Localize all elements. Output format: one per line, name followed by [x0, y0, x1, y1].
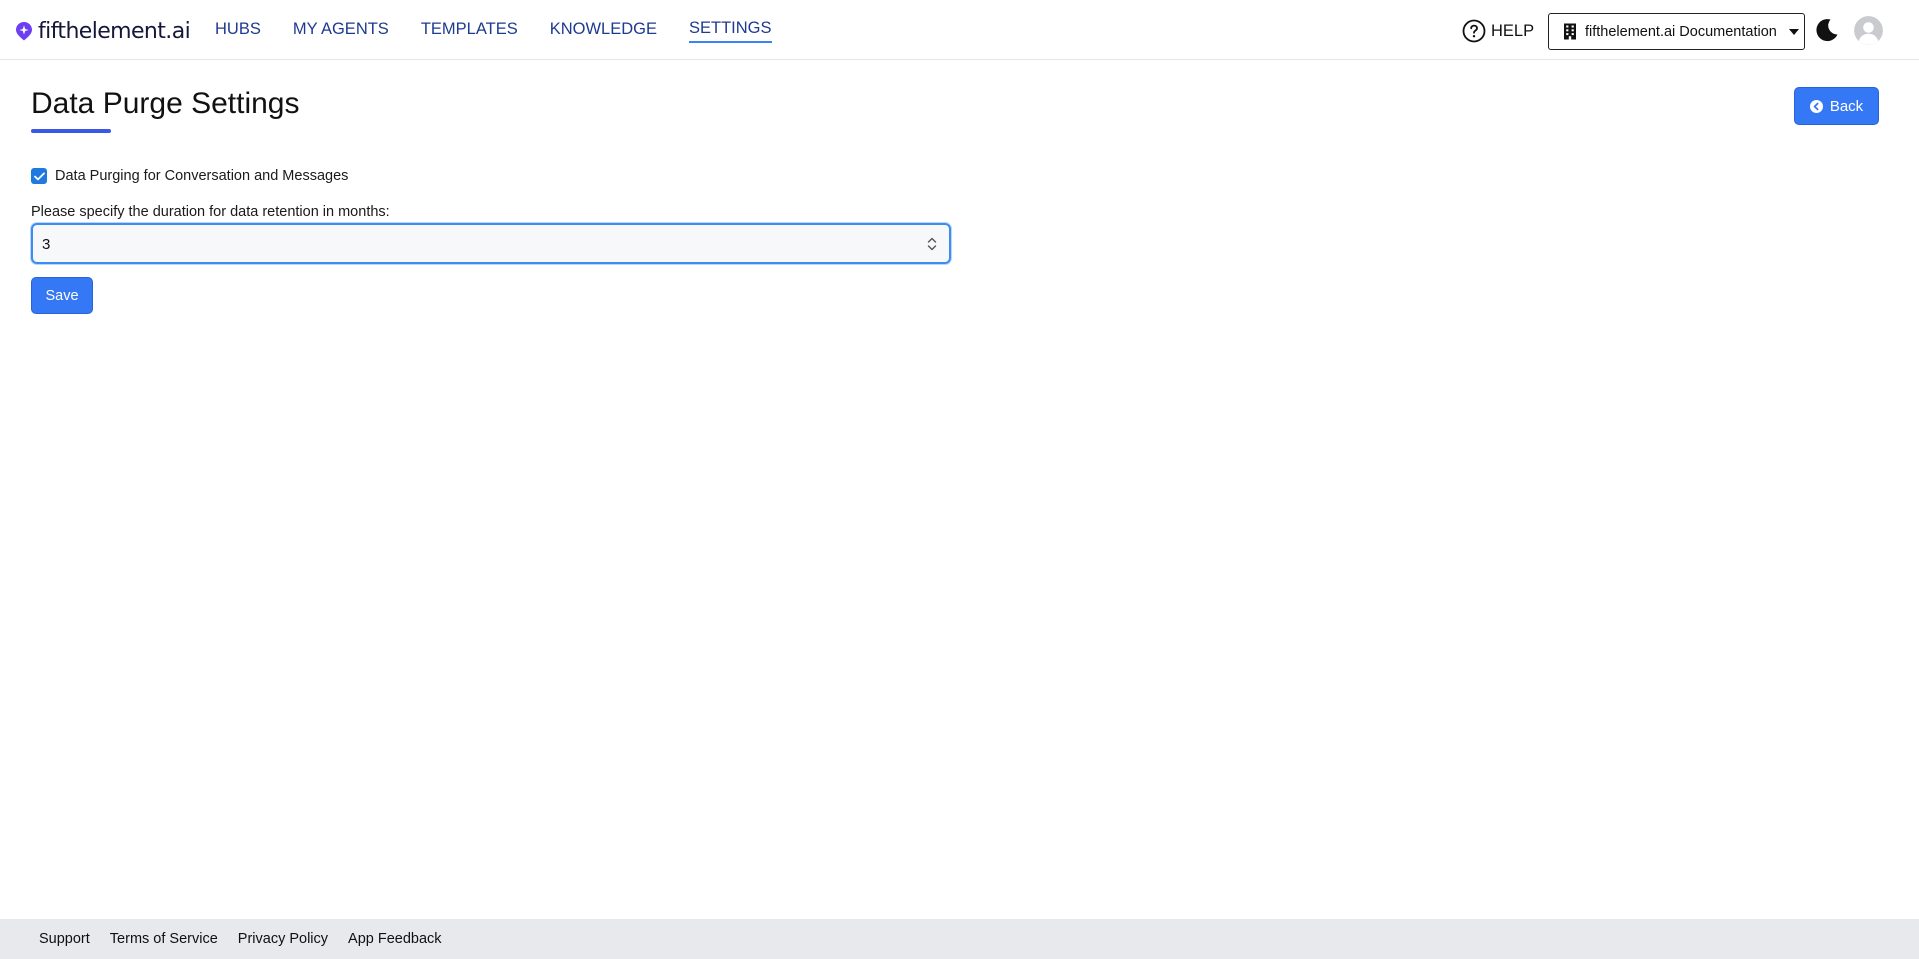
purge-checkbox-label[interactable]: Data Purging for Conversation and Messag… [55, 168, 348, 184]
help-button[interactable]: HELP [1462, 19, 1534, 43]
retention-months-field[interactable] [31, 223, 951, 264]
circle-arrow-left-icon [1809, 99, 1823, 113]
footer-link-terms[interactable]: Terms of Service [110, 931, 218, 947]
title-underline [31, 129, 111, 133]
theme-toggle-button[interactable] [1814, 17, 1840, 43]
footer: Support Terms of Service Privacy Policy … [0, 919, 1919, 959]
back-button-label: Back [1829, 97, 1864, 115]
purge-setting-row: Data Purging for Conversation and Messag… [31, 168, 348, 184]
fifthelement-logo-icon [16, 22, 32, 41]
help-label: HELP [1491, 21, 1535, 40]
nav-item-hubs[interactable]: HUBS [215, 19, 261, 42]
footer-link-privacy[interactable]: Privacy Policy [238, 931, 328, 947]
purge-checkbox[interactable] [31, 168, 47, 184]
workspace-select[interactable]: fifthelement.ai Documentation [1548, 13, 1805, 50]
nav-item-knowledge[interactable]: KNOWLEDGE [550, 19, 657, 42]
workspace-select-value: fifthelement.ai Documentation [1585, 23, 1777, 40]
footer-link-feedback[interactable]: App Feedback [348, 931, 442, 947]
caret-down-icon [1788, 28, 1799, 35]
retention-label: Please specify the duration for data ret… [31, 204, 390, 220]
save-button[interactable]: Save [31, 277, 93, 314]
moon-icon [1816, 19, 1838, 42]
brand-name: fifthelement.ai [38, 18, 191, 44]
nav-item-my-agents[interactable]: MY AGENTS [293, 19, 389, 42]
top-navigation-bar: fifthelement.ai HUBS MY AGENTS TEMPLATES… [0, 0, 1919, 60]
nav-item-templates[interactable]: TEMPLATES [421, 19, 518, 42]
back-button[interactable]: Back [1794, 87, 1879, 125]
question-circle-icon [1462, 19, 1486, 43]
retention-months-input[interactable] [42, 233, 902, 255]
number-spinner[interactable] [927, 235, 937, 253]
page-title: Data Purge Settings [31, 87, 300, 120]
nav-item-settings[interactable]: SETTINGS [689, 18, 772, 43]
user-avatar-icon [1854, 16, 1883, 45]
building-icon [1564, 23, 1576, 40]
checkmark-icon [33, 172, 45, 180]
main-nav: HUBS MY AGENTS TEMPLATES KNOWLEDGE SETTI… [215, 0, 804, 60]
footer-link-support[interactable]: Support [39, 931, 90, 947]
spinner-arrows-icon [927, 237, 937, 251]
brand-logo[interactable]: fifthelement.ai [14, 17, 191, 45]
user-avatar[interactable] [1854, 16, 1883, 45]
